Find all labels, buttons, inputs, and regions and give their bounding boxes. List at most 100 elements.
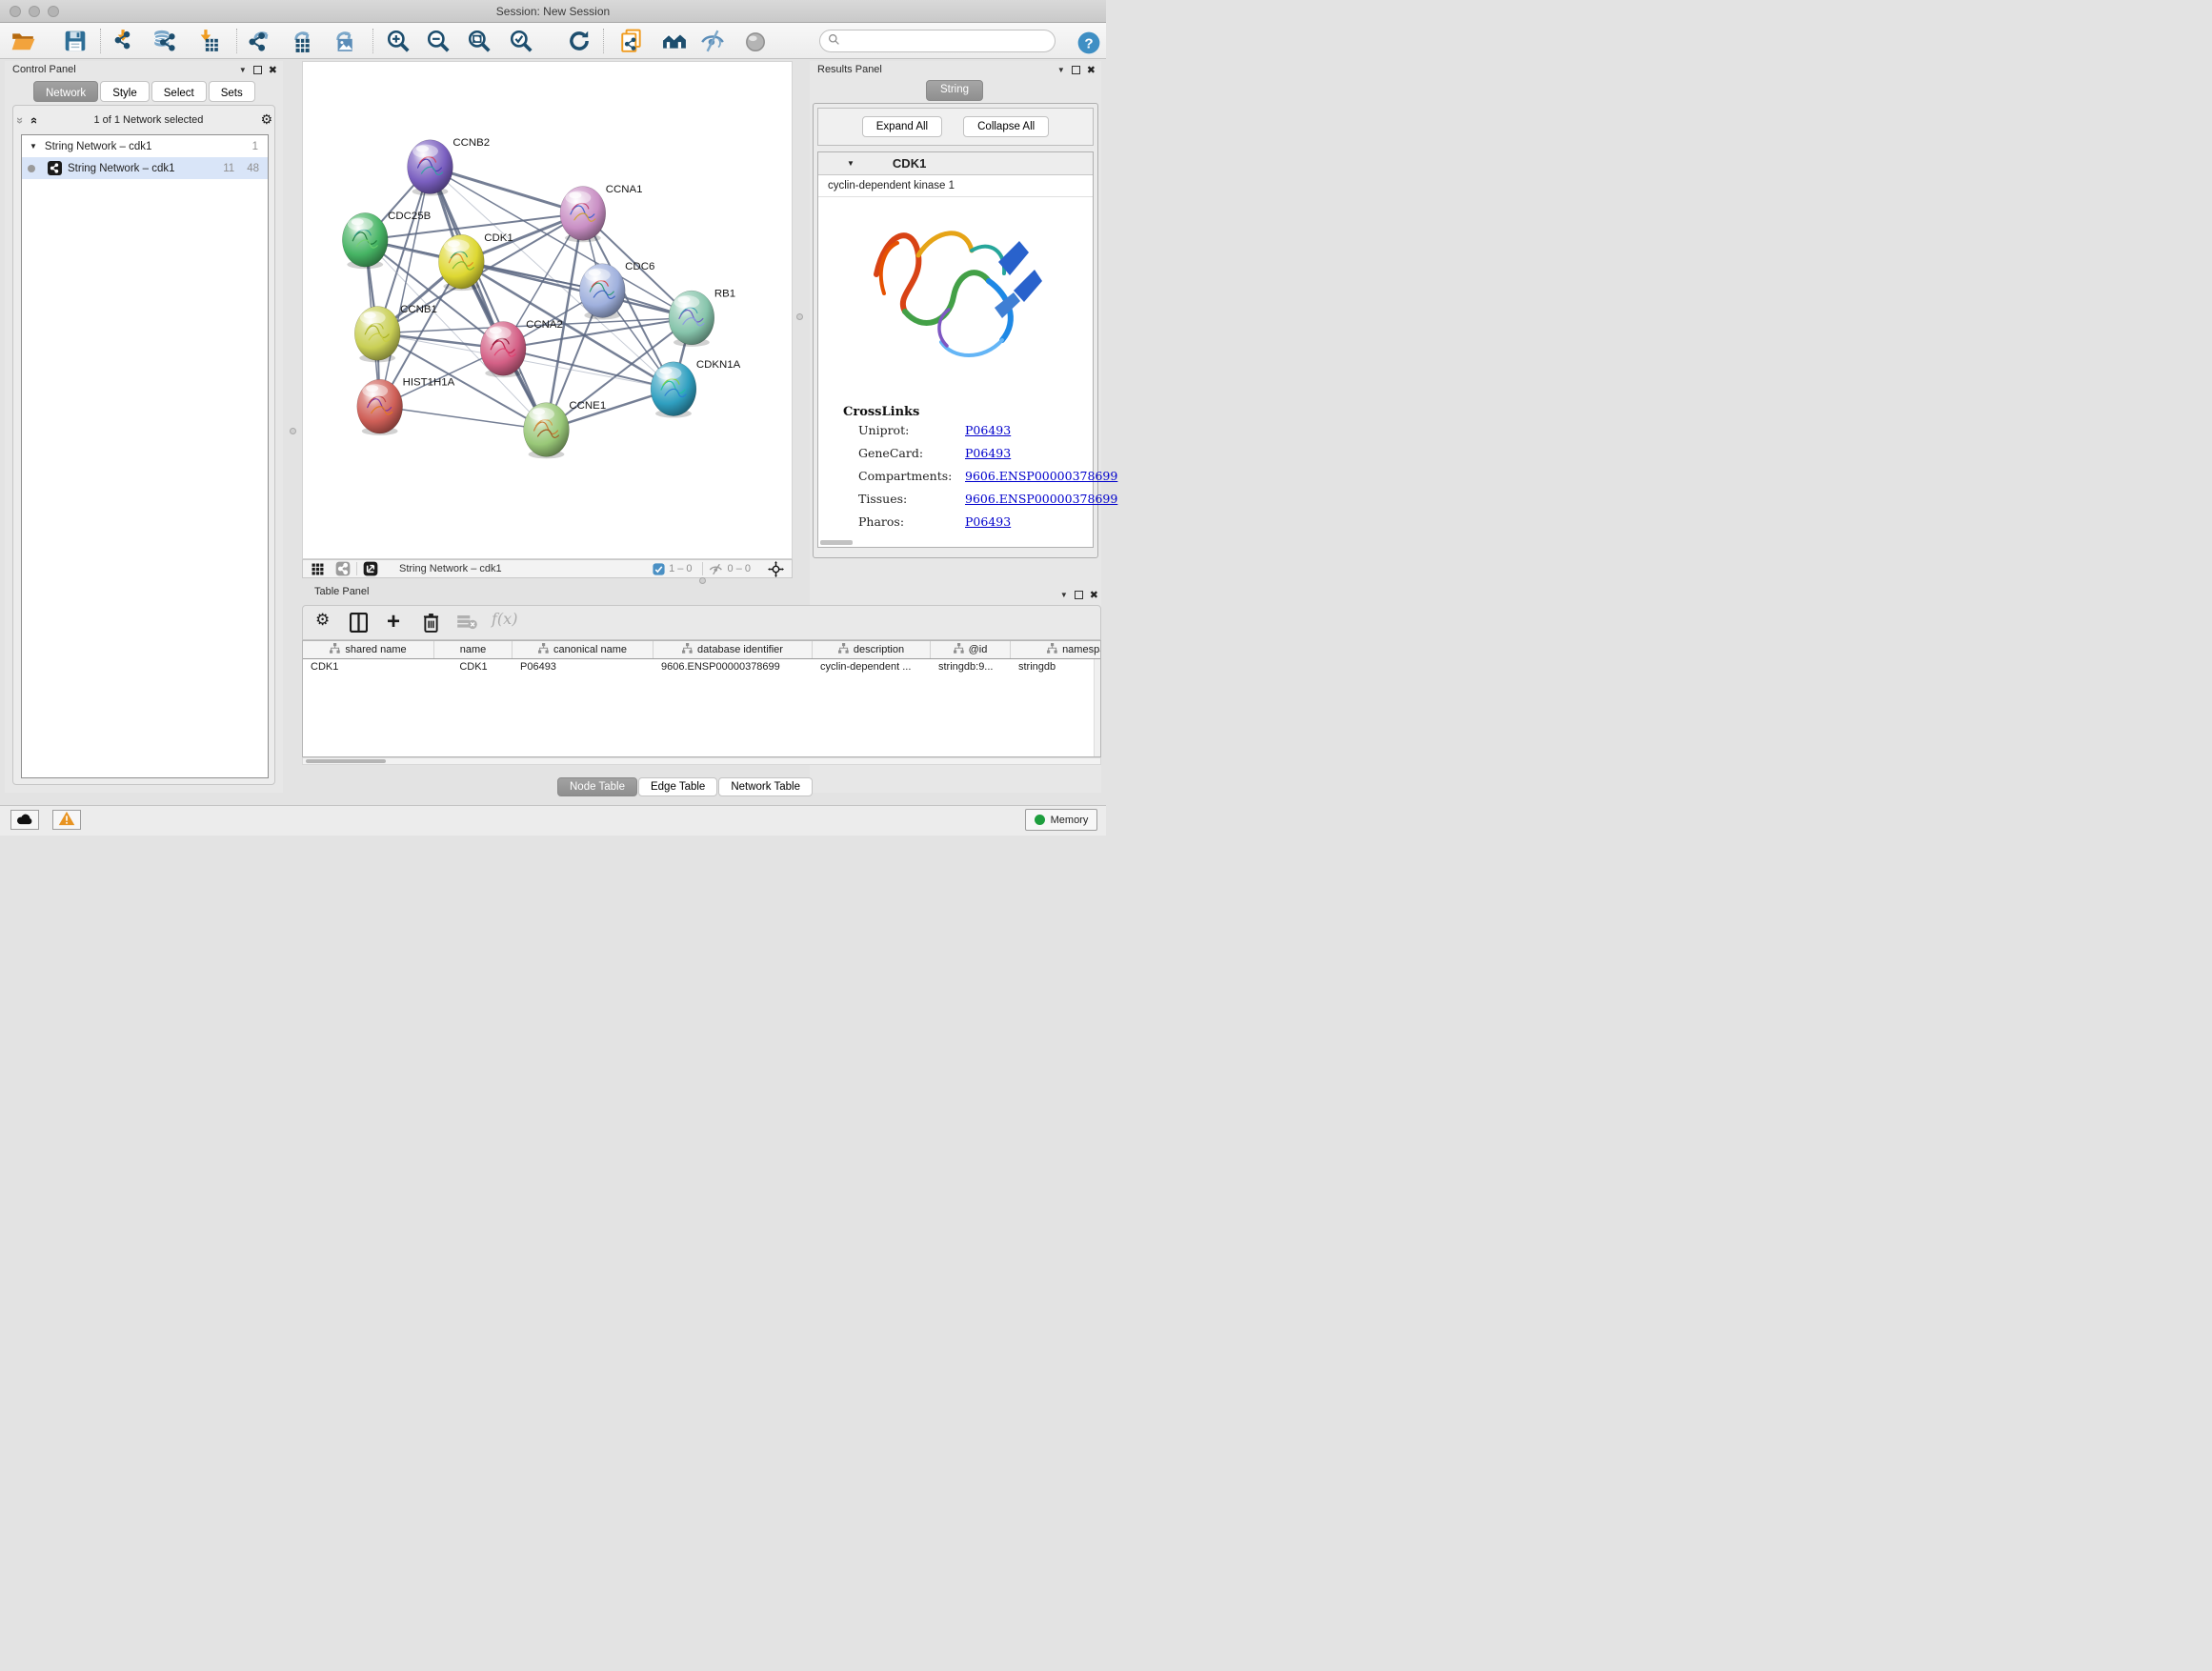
network-node-CCNE1[interactable]: CCNE1 [524,400,607,458]
tab-node-table[interactable]: Node Table [557,777,637,796]
zoom-selected-button[interactable] [507,27,535,55]
network-edge[interactable] [430,167,582,213]
table-cell[interactable]: 9606.ENSP00000378699 [654,659,813,677]
import-network-file-button[interactable] [109,27,137,55]
open-file-button[interactable] [9,27,37,55]
left-splitter-handle[interactable] [290,428,296,434]
table-cell[interactable]: stringdb:9... [931,659,1011,677]
expand-all-button[interactable]: Expand All [862,116,942,137]
node-table[interactable]: shared namenamecanonical namedatabase id… [302,640,1101,757]
column-header--id[interactable]: @id [931,641,1011,658]
save-session-button[interactable] [61,27,90,55]
tab-network[interactable]: Network [33,81,98,102]
panel-float-icon[interactable] [1075,591,1083,599]
table-row[interactable]: CDK1CDK1P064939606.ENSP00000378699cyclin… [303,659,1100,677]
crosslink-link[interactable]: P06493 [965,514,1093,529]
details-hscroll-thumb[interactable] [820,540,853,545]
network-view[interactable]: CCNB2 CCNA1 CDC25B CDK1 CDC6 RB1 [302,61,793,559]
panel-menu-icon[interactable]: ▼ [1057,66,1065,74]
network-edge[interactable] [380,167,431,407]
right-splitter-handle[interactable] [796,313,803,320]
network-edge[interactable] [461,262,692,318]
tab-string[interactable]: String [926,80,983,101]
tab-network-table[interactable]: Network Table [718,777,813,796]
table-cell[interactable]: CDK1 [434,659,513,677]
panel-float-icon[interactable] [1072,66,1080,74]
expand-all-networks-icon[interactable]: » [27,116,39,123]
panel-float-icon[interactable] [253,66,262,74]
network-node-RB1[interactable]: RB1 [669,289,735,347]
network-node-CDKN1A[interactable]: CDKN1A [651,359,741,417]
search-input[interactable] [840,35,1055,47]
node-details-header[interactable]: ▼ CDK1 [818,152,1093,175]
import-network-database-button[interactable] [150,27,178,55]
selected-checkbox-icon[interactable] [653,563,665,575]
network-node-CCNB2[interactable]: CCNB2 [408,137,491,195]
panel-close-icon[interactable]: ✖ [269,64,277,76]
panel-menu-icon[interactable]: ▼ [239,66,247,74]
share-view-icon[interactable] [335,561,351,576]
pan-crosshair-icon[interactable] [768,561,784,577]
column-header-database-identifier[interactable]: database identifier [654,641,813,658]
help-button[interactable]: ? [1075,29,1099,53]
export-image-button[interactable] [329,27,357,55]
crosslink-link[interactable]: P06493 [965,446,1093,460]
tab-edge-table[interactable]: Edge Table [638,777,717,796]
table-cell[interactable]: P06493 [513,659,654,677]
zoom-out-button[interactable] [424,27,452,55]
collapse-all-button[interactable]: Collapse All [963,116,1049,137]
grid-view-icon[interactable] [312,563,324,575]
show-all-button[interactable] [741,27,770,55]
network-options-gear-icon[interactable]: ⚙ [260,112,272,128]
table-settings-gear-icon[interactable]: ⚙ [315,611,330,630]
panel-close-icon[interactable]: ✖ [1087,64,1096,76]
column-header-namespace[interactable]: namespace [1011,641,1101,658]
table-cell[interactable]: stringdb [1011,659,1101,677]
column-header-description[interactable]: description [813,641,931,658]
delete-column-trash-icon[interactable] [423,613,439,635]
tab-style[interactable]: Style [100,81,150,102]
column-header-shared-name[interactable]: shared name [303,641,434,658]
export-network-button[interactable] [246,27,274,55]
table-horizontal-scrollbar[interactable] [302,757,1101,765]
network-collection-row[interactable]: ▼ String Network – cdk1 1 [22,135,268,157]
column-header-name[interactable]: name [434,641,513,658]
zoom-fit-button[interactable] [465,27,493,55]
network-node-CCNA2[interactable]: CCNA2 [480,319,563,377]
network-node-CCNA1[interactable]: CCNA1 [560,184,643,242]
network-edge[interactable] [380,407,547,430]
network-canvas[interactable]: CCNB2 CCNA1 CDC25B CDK1 CDC6 RB1 [303,62,792,558]
zoom-in-button[interactable] [384,27,412,55]
cloud-button[interactable] [10,810,39,830]
import-table-file-button[interactable] [193,27,222,55]
first-neighbors-button[interactable] [660,27,689,55]
network-node-HIST1H1A[interactable]: HIST1H1A [357,377,455,435]
show-columns-icon[interactable] [350,613,368,635]
network-edge[interactable] [430,167,546,430]
network-row[interactable]: String Network – cdk1 11 48 [22,157,268,179]
column-header-canonical-name[interactable]: canonical name [513,641,654,658]
memory-button[interactable]: Memory [1025,809,1097,831]
hide-selected-button[interactable] [698,27,727,55]
crosslink-link[interactable]: P06493 [965,423,1093,437]
warnings-button[interactable] [52,810,81,830]
tab-select[interactable]: Select [151,81,207,102]
network-node-CCNB1[interactable]: CCNB1 [354,304,437,362]
panel-menu-icon[interactable]: ▼ [1060,591,1068,599]
collection-expander-icon[interactable]: ▼ [30,142,37,151]
table-hscroll-thumb[interactable] [306,759,386,763]
crosslink-link[interactable]: 9606.ENSP00000378699 [965,469,1117,483]
crosslink-link[interactable]: 9606.ENSP00000378699 [965,492,1117,506]
birdseye-view-icon[interactable] [363,561,378,576]
export-table-button[interactable] [287,27,315,55]
panel-close-icon[interactable]: ✖ [1090,589,1098,601]
table-vertical-scrollbar[interactable] [1094,659,1100,756]
table-cell[interactable]: cyclin-dependent ... [813,659,931,677]
network-node-CDC25B[interactable]: CDC25B [342,211,431,269]
table-cell[interactable]: CDK1 [303,659,434,677]
new-network-from-selection-button[interactable] [617,27,646,55]
tab-sets[interactable]: Sets [209,81,255,102]
details-expander-icon[interactable]: ▼ [847,159,855,168]
refresh-network-button[interactable] [565,27,593,55]
create-column-plus-icon[interactable]: + [387,606,400,638]
